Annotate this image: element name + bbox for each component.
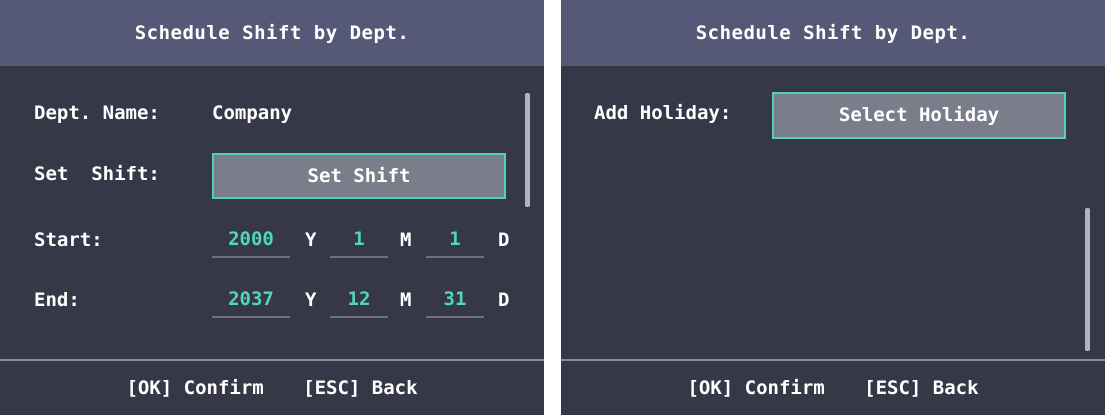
schedule-shift-panel-right: Schedule Shift by Dept. Add Holiday: Sel… bbox=[561, 0, 1105, 415]
add-holiday-label: Add Holiday: bbox=[594, 102, 732, 124]
set-shift-label: Set Shift: bbox=[34, 163, 160, 185]
footer-bar: [OK] Confirm [ESC] Back bbox=[0, 359, 544, 415]
end-label: End: bbox=[34, 289, 80, 311]
confirm-hint[interactable]: [OK] Confirm bbox=[687, 377, 824, 399]
back-hint[interactable]: [ESC] Back bbox=[864, 377, 978, 399]
footer-bar: [OK] Confirm [ESC] Back bbox=[561, 359, 1105, 415]
panel-title: Schedule Shift by Dept. bbox=[0, 0, 544, 66]
start-year-unit: Y bbox=[305, 229, 317, 251]
end-day-field[interactable]: 31 bbox=[426, 284, 484, 318]
end-day-unit: D bbox=[498, 289, 510, 311]
end-month-field[interactable]: 12 bbox=[330, 284, 388, 318]
start-day-unit: D bbox=[498, 229, 510, 251]
schedule-shift-panel-left: Schedule Shift by Dept. Dept. Name: Comp… bbox=[0, 0, 544, 415]
select-holiday-button[interactable]: Select Holiday bbox=[772, 92, 1066, 139]
end-year-unit: Y bbox=[305, 289, 317, 311]
dept-name-label: Dept. Name: bbox=[34, 102, 160, 124]
scrollbar[interactable] bbox=[1085, 208, 1090, 351]
start-label: Start: bbox=[34, 229, 103, 251]
dept-name-value: Company bbox=[212, 102, 293, 124]
set-shift-button[interactable]: Set Shift bbox=[212, 153, 506, 199]
panel-title: Schedule Shift by Dept. bbox=[561, 0, 1105, 66]
scrollbar[interactable] bbox=[525, 93, 530, 207]
confirm-hint[interactable]: [OK] Confirm bbox=[126, 377, 263, 399]
start-day-field[interactable]: 1 bbox=[426, 224, 484, 258]
start-month-unit: M bbox=[400, 229, 412, 251]
start-year-field[interactable]: 2000 bbox=[212, 224, 290, 258]
end-month-unit: M bbox=[400, 289, 412, 311]
back-hint[interactable]: [ESC] Back bbox=[303, 377, 417, 399]
end-year-field[interactable]: 2037 bbox=[212, 284, 290, 318]
start-month-field[interactable]: 1 bbox=[330, 224, 388, 258]
